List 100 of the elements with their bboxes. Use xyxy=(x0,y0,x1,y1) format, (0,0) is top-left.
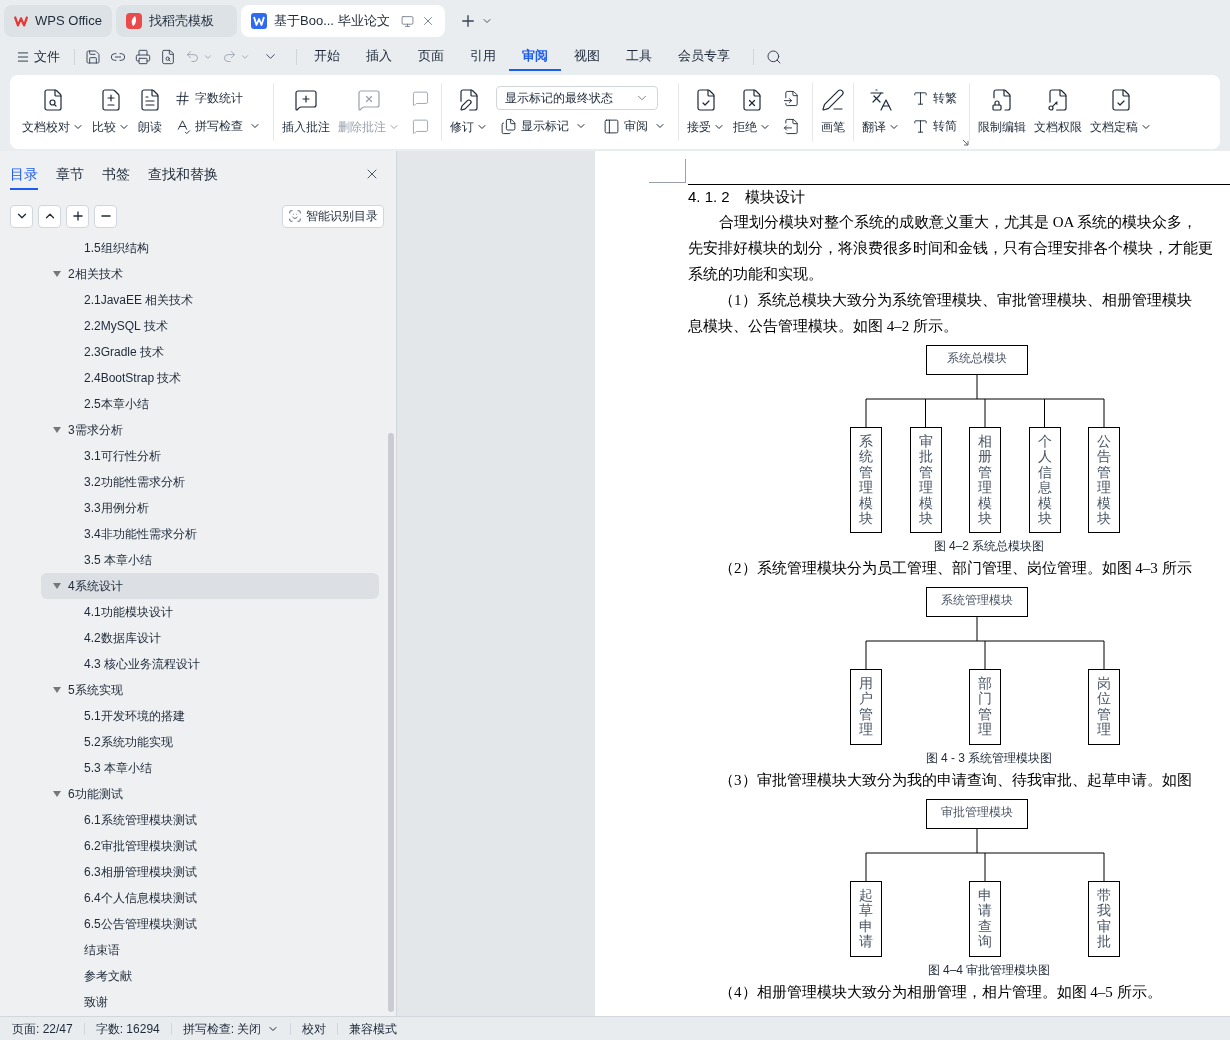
expanded-triangle-icon[interactable] xyxy=(53,686,61,694)
ribbon-small-button[interactable]: 字数统计 xyxy=(170,86,265,110)
pane-tab[interactable]: 目录 xyxy=(10,158,38,190)
toc-item[interactable]: 致谢 xyxy=(41,989,379,1015)
toc-item[interactable]: 2.2MySQL 技术 xyxy=(41,313,379,339)
ribbon-button[interactable]: 文档权限 xyxy=(1030,81,1086,143)
toc-item[interactable]: 3.2功能性需求分析 xyxy=(41,469,379,495)
toc-item[interactable]: 1.5组织结构 xyxy=(41,235,379,261)
ribbon-small-button[interactable]: 拼写检查 xyxy=(170,114,265,138)
file-menu-button[interactable]: 文件 xyxy=(12,46,64,67)
expanded-triangle-icon[interactable] xyxy=(53,790,61,798)
search-icon[interactable] xyxy=(766,48,782,65)
toc-item[interactable]: 4.1功能模块设计 xyxy=(41,599,379,625)
dialog-launcher-icon[interactable] xyxy=(962,139,969,146)
monitor-icon[interactable] xyxy=(401,14,414,28)
ribbon-tab[interactable]: 引用 xyxy=(457,42,509,71)
ribbon-small-button[interactable]: 转简 xyxy=(908,114,961,138)
ribbon-button[interactable]: 文档校对 xyxy=(18,81,88,143)
expanded-triangle-icon[interactable] xyxy=(53,270,61,278)
toc-item[interactable]: 3.1可行性分析 xyxy=(41,443,379,469)
toc-item[interactable]: 4系统设计 xyxy=(41,573,379,599)
document-pen-icon xyxy=(457,88,481,112)
ribbon-button[interactable]: 拒绝 xyxy=(729,81,775,143)
toc-item[interactable]: 3.5 本章小结 xyxy=(41,547,379,573)
ribbon-small-button[interactable]: 审阅 xyxy=(599,114,670,138)
diagram-node: 公告管理模块 xyxy=(1088,427,1120,533)
diagram-node: 起草申请 xyxy=(850,881,882,957)
document-check-icon xyxy=(41,88,65,112)
print-preview-icon[interactable] xyxy=(160,48,176,65)
body-paragraph: 合理划分模块对整个系统的成败意义重大，尤其是 OA 系统的模块众多， 先安排好模块的划分，将浪费很多时间和金钱，只有合理安排各个模块，才能更 系统的功能和实现。 xyxy=(688,213,1214,284)
remove-level-button[interactable] xyxy=(94,204,117,228)
ribbon-button[interactable]: 画笔 xyxy=(817,81,849,143)
expanded-triangle-icon[interactable] xyxy=(53,426,61,434)
status-item[interactable]: 拼写检查: 关闭 xyxy=(182,1019,280,1038)
toc-item[interactable]: 6.5公告管理模块测试 xyxy=(41,911,379,937)
markup-mode-dropdown[interactable]: 显示标记的最终状态 xyxy=(496,86,658,110)
toc-item[interactable]: 结束语 xyxy=(41,937,379,963)
ribbon-button[interactable]: 比较 xyxy=(88,81,134,143)
toc-item[interactable]: 6.1系统管理模块测试 xyxy=(41,807,379,833)
status-item[interactable]: 校对 xyxy=(302,1019,327,1038)
diagram-node: 审批管理模块 xyxy=(926,799,1028,829)
ribbon-button[interactable]: 插入批注 xyxy=(278,81,334,143)
toc-item[interactable]: 3需求分析 xyxy=(41,417,379,443)
pane-tab[interactable]: 章节 xyxy=(56,158,84,190)
window-tab[interactable]: WPS Office xyxy=(4,5,112,37)
save-icon[interactable] xyxy=(85,48,101,65)
toc-item[interactable]: 6.3相册管理模块测试 xyxy=(41,859,379,885)
document-key-icon xyxy=(1046,88,1070,112)
ribbon-tab[interactable]: 审阅 xyxy=(509,42,561,71)
toc-item[interactable]: 2.3Gradle 技术 xyxy=(41,339,379,365)
toc-item[interactable]: 5.1开发环境的搭建 xyxy=(41,703,379,729)
ribbon-tab[interactable]: 页面 xyxy=(405,42,457,71)
ribbon-button[interactable]: 翻译 xyxy=(858,81,904,143)
ribbon-small-button[interactable]: 显示标记 xyxy=(496,114,591,138)
toc-item[interactable]: 3.4非功能性需求分析 xyxy=(41,521,379,547)
new-tab-icon[interactable] xyxy=(459,12,477,30)
toc-item[interactable]: 5.3 本章小结 xyxy=(41,755,379,781)
window-tab[interactable]: 基于Boo... 毕业论文 xyxy=(241,5,445,37)
pane-tab[interactable]: 查找和替换 xyxy=(148,158,218,190)
ribbon-button[interactable]: 修订 xyxy=(446,81,492,143)
diagram-node: 申请查询 xyxy=(969,881,1001,957)
window-tab[interactable]: 找稻壳模板 xyxy=(116,5,237,37)
status-item[interactable]: 兼容模式 xyxy=(349,1019,398,1038)
ribbon-tab[interactable]: 工具 xyxy=(613,42,665,71)
ribbon-button[interactable]: 限制编辑 xyxy=(974,81,1030,143)
ribbon-button[interactable]: 文档定稿 xyxy=(1086,81,1156,143)
add-level-button[interactable] xyxy=(66,204,89,228)
expanded-triangle-icon[interactable] xyxy=(53,582,61,590)
ribbon-tab[interactable]: 开始 xyxy=(301,42,353,71)
collapse-button[interactable] xyxy=(10,204,33,228)
toc-item[interactable]: 6.4个人信息模块测试 xyxy=(41,885,379,911)
toc-item[interactable]: 2.5本章小结 xyxy=(41,391,379,417)
toc-item[interactable]: 4.3 核心业务流程设计 xyxy=(41,651,379,677)
ribbon-tab[interactable]: 视图 xyxy=(561,42,613,71)
toc-item[interactable]: 2.4BootStrap 技术 xyxy=(41,365,379,391)
toc-item[interactable]: 2.1JavaEE 相关技术 xyxy=(41,287,379,313)
smart-toc-button[interactable]: 智能识别目录 xyxy=(282,204,384,228)
status-item[interactable]: 字数: 16294 xyxy=(95,1019,160,1038)
scrollbar-thumb[interactable] xyxy=(388,433,394,1012)
toc-item[interactable]: 6.2审批管理模块测试 xyxy=(41,833,379,859)
number-icon xyxy=(174,89,191,107)
toc-item[interactable]: 4.2数据库设计 xyxy=(41,625,379,651)
close-icon[interactable] xyxy=(421,14,435,28)
ribbon-tab[interactable]: 插入 xyxy=(353,42,405,71)
toc-item[interactable]: 3.3用例分析 xyxy=(41,495,379,521)
toc-item[interactable]: 5系统实现 xyxy=(41,677,379,703)
ribbon-tab[interactable]: 会员专享 xyxy=(665,42,743,71)
toc-item[interactable]: 6功能测试 xyxy=(41,781,379,807)
toc-item[interactable]: 参考文献 xyxy=(41,963,379,989)
document-lock-icon xyxy=(990,88,1014,112)
ribbon-button[interactable]: 朗读 xyxy=(134,81,166,143)
pane-tab[interactable]: 书签 xyxy=(102,158,130,190)
status-item[interactable]: 页面: 22/47 xyxy=(12,1019,73,1038)
ribbon-small-button[interactable]: 转繁 xyxy=(908,86,961,110)
expand-button[interactable] xyxy=(38,204,61,228)
figure-caption: 图 4–2 系统总模块图 xyxy=(933,538,1045,555)
ribbon-button[interactable]: 接受 xyxy=(683,81,729,143)
toc-item[interactable]: 5.2系统功能实现 xyxy=(41,729,379,755)
toc-item[interactable]: 2相关技术 xyxy=(41,261,379,287)
print-icon[interactable] xyxy=(135,48,151,65)
